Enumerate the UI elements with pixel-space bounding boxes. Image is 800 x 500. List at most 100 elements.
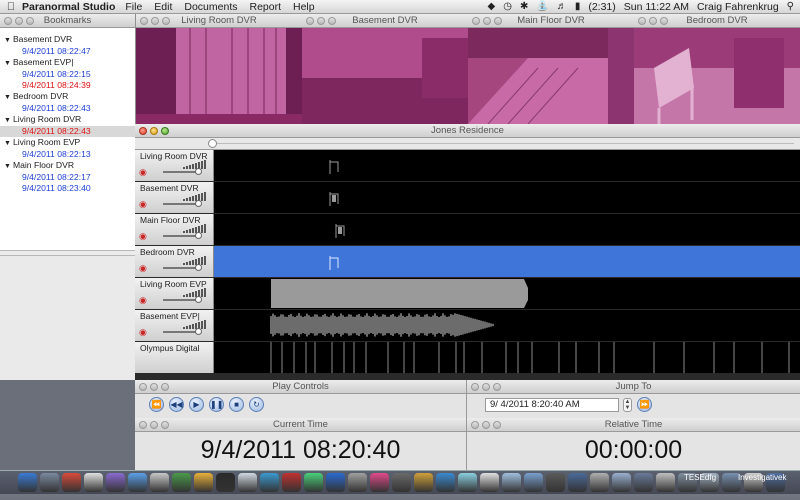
bookmark-entry[interactable]: 9/4/2011 08:23:40 bbox=[0, 183, 135, 194]
menu-clock[interactable]: Sun 11:22 AM bbox=[624, 1, 689, 13]
camera-video-living-room[interactable] bbox=[136, 28, 302, 124]
timeline-track[interactable]: Basement EVP| ◉ bbox=[135, 310, 800, 341]
dock-app-icon[interactable] bbox=[568, 473, 587, 492]
minimize-button[interactable] bbox=[482, 421, 490, 429]
dock-app-icon[interactable] bbox=[238, 473, 257, 492]
minimize-button[interactable] bbox=[150, 421, 158, 429]
minimize-button[interactable] bbox=[151, 17, 159, 25]
menu-user[interactable]: Craig Fahrenkrug bbox=[697, 1, 779, 13]
dock-app-icon[interactable] bbox=[260, 473, 279, 492]
bluetooth-icon[interactable]: ✱ bbox=[520, 1, 528, 12]
menu-report[interactable]: Report bbox=[249, 1, 281, 13]
bookmark-entry[interactable]: 9/4/2011 08:22:47 bbox=[0, 46, 135, 57]
mute-speaker-icon[interactable]: ◉ bbox=[139, 263, 147, 274]
dock-app-icon[interactable] bbox=[480, 473, 499, 492]
disclosure-triangle-icon[interactable]: ▼ bbox=[4, 37, 11, 44]
mute-speaker-icon[interactable]: ◉ bbox=[139, 327, 147, 338]
dock-app-icon[interactable] bbox=[370, 473, 389, 492]
dock-app-icon[interactable] bbox=[414, 473, 433, 492]
jump-to-datetime-field[interactable]: 9/ 4/2011 8:20:40 AM bbox=[485, 398, 619, 412]
volume-icon[interactable]: ♬ bbox=[557, 1, 567, 12]
track-waveform[interactable] bbox=[214, 182, 800, 213]
bookmark-group[interactable]: ▼ Bedroom DVR bbox=[0, 91, 135, 103]
mute-speaker-icon[interactable]: ◉ bbox=[139, 231, 147, 242]
disclosure-triangle-icon[interactable]: ▼ bbox=[4, 140, 11, 147]
track-waveform[interactable] bbox=[214, 310, 800, 341]
timeline-track[interactable]: Living Room DVR ◉ bbox=[135, 150, 800, 181]
bookmark-entry[interactable]: 9/4/2011 08:22:43 bbox=[0, 103, 135, 114]
dock-app-icon[interactable] bbox=[194, 473, 213, 492]
volume-slider-knob[interactable] bbox=[195, 264, 202, 271]
track-waveform[interactable] bbox=[214, 246, 800, 277]
menu-edit[interactable]: Edit bbox=[154, 1, 172, 13]
zoom-button[interactable] bbox=[493, 421, 501, 429]
time-machine-icon[interactable]: ◷ bbox=[503, 1, 512, 12]
camera-video-main-floor[interactable] bbox=[468, 28, 634, 124]
volume-slider-knob[interactable] bbox=[195, 200, 202, 207]
dock-app-icon[interactable] bbox=[590, 473, 609, 492]
bookmark-group[interactable]: ▼ Living Room EVP bbox=[0, 137, 135, 149]
dock-app-icon[interactable] bbox=[18, 473, 37, 492]
loop-icon[interactable]: ↻ bbox=[249, 397, 264, 412]
zoom-button[interactable] bbox=[494, 17, 502, 25]
disclosure-triangle-icon[interactable]: ▼ bbox=[4, 60, 11, 67]
close-button[interactable] bbox=[638, 17, 646, 25]
dock-app-icon[interactable] bbox=[458, 473, 477, 492]
close-button[interactable] bbox=[139, 127, 147, 135]
skip-back-icon[interactable]: ⏪ bbox=[149, 397, 164, 412]
rewind-icon[interactable]: ◀◀ bbox=[169, 397, 184, 412]
spotlight-search-icon[interactable]: ⚲ bbox=[787, 1, 794, 12]
timeline-track[interactable]: Basement DVR ◉ bbox=[135, 182, 800, 213]
close-button[interactable] bbox=[471, 421, 479, 429]
pause-icon[interactable]: ❚❚ bbox=[209, 397, 224, 412]
timeline-track[interactable]: Bedroom DVR ◉ bbox=[135, 246, 800, 277]
volume-slider-knob[interactable] bbox=[195, 328, 202, 335]
dock-app-icon[interactable] bbox=[436, 473, 455, 492]
volume-slider-knob[interactable] bbox=[195, 232, 202, 239]
track-waveform[interactable] bbox=[214, 342, 800, 373]
zoom-button[interactable] bbox=[162, 17, 170, 25]
datetime-stepper[interactable]: ▲ ▼ bbox=[623, 398, 632, 412]
minimize-button[interactable] bbox=[483, 17, 491, 25]
bookmark-entry[interactable]: 9/4/2011 08:22:17 bbox=[0, 172, 135, 183]
scrubber-handle[interactable] bbox=[208, 139, 217, 148]
disclosure-triangle-icon[interactable]: ▼ bbox=[4, 117, 11, 124]
bookmark-group[interactable]: ▼ Main Floor DVR bbox=[0, 160, 135, 172]
zoom-button[interactable] bbox=[26, 17, 34, 25]
menu-documents[interactable]: Documents bbox=[184, 1, 237, 13]
bookmark-entry[interactable]: 9/4/2011 08:22:13 bbox=[0, 149, 135, 160]
minimize-button[interactable] bbox=[649, 17, 657, 25]
timeline-track[interactable]: Living Room EVP ◉ bbox=[135, 278, 800, 309]
dropbox-icon[interactable]: ◆ bbox=[488, 1, 496, 12]
minimize-button[interactable] bbox=[317, 17, 325, 25]
jump-go-icon[interactable]: ⏩ bbox=[637, 397, 652, 412]
minimize-button[interactable] bbox=[482, 383, 490, 391]
close-button[interactable] bbox=[139, 383, 147, 391]
minimize-button[interactable] bbox=[150, 127, 158, 135]
dock-app-icon[interactable] bbox=[62, 473, 81, 492]
bookmark-group[interactable]: ▼ Basement DVR bbox=[0, 34, 135, 46]
bookmark-entry[interactable]: 9/4/2011 08:24:39 bbox=[0, 80, 135, 91]
close-button[interactable] bbox=[472, 17, 480, 25]
dock-app-icon[interactable] bbox=[656, 473, 675, 492]
dock-app-icon[interactable] bbox=[172, 473, 191, 492]
disclosure-triangle-icon[interactable]: ▼ bbox=[4, 94, 11, 101]
camera-video-bedroom[interactable] bbox=[634, 28, 800, 124]
zoom-button[interactable] bbox=[493, 383, 501, 391]
dock-app-icon[interactable] bbox=[84, 473, 103, 492]
close-button[interactable] bbox=[471, 383, 479, 391]
track-waveform[interactable] bbox=[214, 214, 800, 245]
app-menu[interactable]: Paranormal Studio bbox=[22, 1, 115, 13]
minimize-button[interactable] bbox=[150, 383, 158, 391]
volume-slider-knob[interactable] bbox=[195, 296, 202, 303]
close-button[interactable] bbox=[306, 17, 314, 25]
dock-app-icon[interactable] bbox=[634, 473, 653, 492]
zoom-button[interactable] bbox=[161, 383, 169, 391]
close-button[interactable] bbox=[4, 17, 12, 25]
zoom-button[interactable] bbox=[161, 127, 169, 135]
battery-icon[interactable]: ▮ bbox=[575, 1, 581, 12]
zoom-button[interactable] bbox=[161, 421, 169, 429]
bookmark-entry[interactable]: 9/4/2011 08:22:15 bbox=[0, 69, 135, 80]
menu-file[interactable]: File bbox=[125, 1, 142, 13]
volume-slider-knob[interactable] bbox=[195, 168, 202, 175]
